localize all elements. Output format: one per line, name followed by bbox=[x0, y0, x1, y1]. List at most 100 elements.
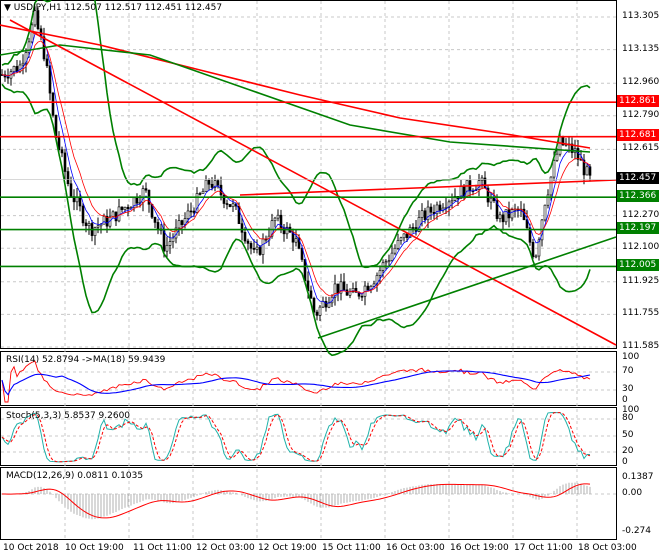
time-axis-label: 10 Oct 19:00 bbox=[65, 543, 124, 553]
candle bbox=[255, 246, 259, 250]
level-tag-green: 112.005 bbox=[617, 259, 659, 271]
rsi-label: RSI(14) 52.8794 ->MA(18) 59.9439 bbox=[6, 355, 166, 365]
candle bbox=[393, 247, 397, 254]
candle bbox=[186, 210, 190, 219]
time-axis-label: 12 Oct 19:00 bbox=[258, 543, 317, 553]
rsi-line bbox=[1, 360, 591, 403]
ohlc-values: 112.507 112.517 112.451 112.457 bbox=[64, 3, 223, 13]
candle bbox=[126, 206, 130, 210]
candle bbox=[156, 222, 160, 230]
stoch-label: Stoch(5,3,3) 5.8537 9.2600 bbox=[6, 411, 131, 421]
price-axis-label: 112.270 bbox=[622, 209, 660, 220]
time-axis-label: 18 Oct 03:00 bbox=[578, 543, 637, 553]
candle bbox=[117, 206, 121, 222]
level-tag-red: 112.861 bbox=[617, 95, 659, 107]
time-axis-label: 17 Oct 11:00 bbox=[514, 543, 573, 553]
candle bbox=[345, 289, 349, 296]
candle bbox=[207, 179, 211, 185]
candle bbox=[543, 204, 547, 221]
candle bbox=[60, 149, 64, 154]
candle bbox=[384, 261, 388, 264]
candle bbox=[303, 259, 307, 282]
candle bbox=[282, 227, 286, 235]
symbol-label: USDJPY,H1 bbox=[13, 3, 62, 13]
candle bbox=[249, 243, 253, 249]
stoch-axis-label: 0 bbox=[622, 457, 628, 467]
time-axis-label: 11 Oct 11:00 bbox=[133, 543, 192, 553]
candle bbox=[411, 227, 415, 229]
ema-slow-line bbox=[1, 40, 591, 297]
candle bbox=[81, 205, 85, 224]
candle bbox=[372, 283, 376, 287]
candle bbox=[420, 210, 424, 218]
candle bbox=[168, 241, 172, 246]
candle bbox=[192, 210, 196, 213]
candle bbox=[588, 166, 592, 176]
candle bbox=[378, 270, 382, 276]
candle bbox=[423, 210, 427, 221]
candle bbox=[246, 240, 250, 244]
candle bbox=[366, 285, 370, 291]
ma-long-red-line bbox=[0, 24, 591, 149]
candle bbox=[120, 206, 124, 210]
dropdown-triangle-icon[interactable]: ▼ bbox=[4, 3, 11, 13]
price-axis-label: 113.305 bbox=[622, 11, 660, 21]
candle bbox=[15, 66, 19, 72]
candle bbox=[585, 166, 589, 176]
time-axis-label: 12 Oct 03:00 bbox=[196, 543, 255, 553]
stoch-axis-label: 80 bbox=[622, 413, 634, 423]
candle bbox=[294, 238, 298, 243]
candle bbox=[336, 283, 340, 294]
candle bbox=[201, 191, 205, 194]
candle bbox=[348, 291, 352, 296]
candle bbox=[555, 153, 559, 161]
candle bbox=[258, 246, 262, 255]
rsi-axis-label: 100 bbox=[622, 352, 640, 362]
price-axis-label: 111.585 bbox=[622, 341, 660, 351]
candle bbox=[429, 206, 433, 213]
time-axis-label: 16 Oct 03:00 bbox=[386, 543, 445, 553]
trendline-ascending bbox=[317, 236, 617, 339]
candle bbox=[177, 220, 181, 229]
candle bbox=[144, 188, 148, 191]
candle bbox=[489, 197, 493, 203]
macd-signal-line bbox=[1, 483, 591, 519]
candle bbox=[231, 203, 235, 207]
price-axis-label: 111.925 bbox=[622, 275, 660, 286]
time-axis-label: 15 Oct 11:00 bbox=[322, 543, 381, 553]
candle bbox=[402, 233, 406, 239]
candle bbox=[450, 200, 454, 203]
candle bbox=[465, 180, 469, 198]
level-tag-red: 112.681 bbox=[617, 129, 659, 141]
macd-label: MACD(12,26,9) 0.0811 0.1035 bbox=[6, 471, 144, 481]
ema-fast-line bbox=[1, 31, 591, 304]
candle bbox=[558, 136, 562, 155]
candle bbox=[324, 301, 328, 308]
candle bbox=[12, 66, 16, 72]
candle bbox=[87, 223, 91, 227]
trendline-descending bbox=[9, 19, 617, 346]
candle bbox=[534, 255, 538, 258]
price-axis-label: 113.135 bbox=[622, 43, 660, 54]
macd-axis-label: -0.274 bbox=[622, 526, 652, 536]
candle bbox=[342, 281, 346, 291]
candle bbox=[93, 227, 97, 236]
level-tag-green: 112.197 bbox=[617, 222, 659, 234]
current-price-tag: 112.457 bbox=[617, 172, 659, 184]
candle bbox=[63, 152, 67, 172]
candle bbox=[225, 203, 229, 205]
candle bbox=[165, 245, 169, 252]
price-axis-label: 111.755 bbox=[622, 308, 660, 319]
candle bbox=[321, 301, 325, 308]
time-axis-label: 10 Oct 2018 bbox=[3, 543, 59, 553]
candle bbox=[30, 24, 34, 43]
rsi-axis-label: 70 bbox=[622, 366, 634, 376]
candle bbox=[243, 232, 247, 242]
candle bbox=[84, 222, 88, 227]
macd-axis-label: 0.1387 bbox=[622, 472, 654, 482]
candle bbox=[315, 311, 319, 316]
candle bbox=[216, 180, 220, 186]
candle bbox=[498, 214, 502, 219]
rsi-axis-label: 30 bbox=[622, 384, 634, 394]
price-axis-label: 112.615 bbox=[622, 143, 660, 154]
